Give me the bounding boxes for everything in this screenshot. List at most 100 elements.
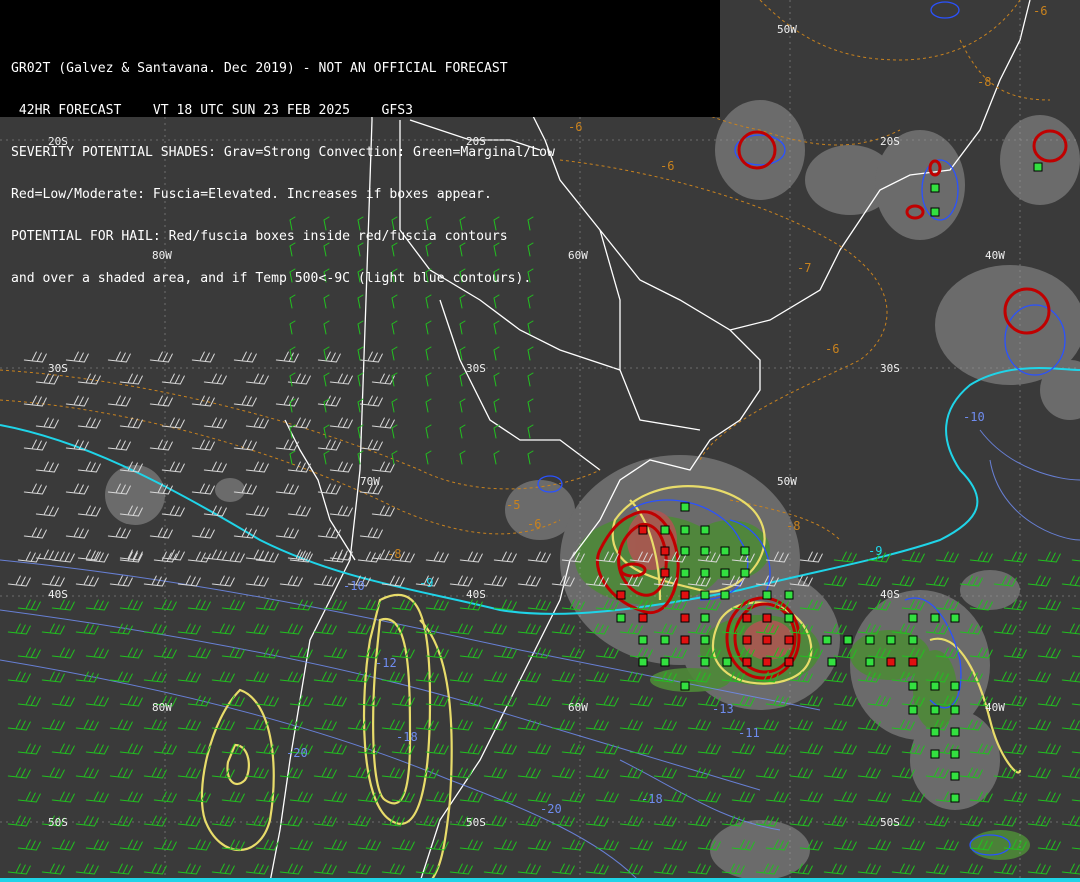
header-legend-line: Red=Low/Moderate: Fuscia=Elevated. Incre… (11, 187, 492, 202)
hail-box (930, 749, 940, 759)
hail-box (680, 502, 690, 512)
contour-label: -20 (286, 746, 308, 760)
contour-label: -9 (868, 544, 882, 558)
hail-box (742, 635, 752, 645)
hail-box (762, 613, 772, 623)
contour-label: -20 (540, 802, 562, 816)
contour-label: -18 (396, 730, 418, 744)
hail-box (930, 207, 940, 217)
contour-label: -10 (963, 410, 985, 424)
hail-box (886, 657, 896, 667)
hail-box (680, 613, 690, 623)
hail-box (950, 793, 960, 803)
hail-box (660, 568, 670, 578)
contour-label: -8 (977, 75, 991, 89)
lon-label: 70W (360, 475, 380, 488)
hail-box (762, 590, 772, 600)
header-legend-line: SEVERITY POTENTIAL SHADES: Grav=Strong C… (11, 145, 555, 160)
hail-box (950, 681, 960, 691)
lon-label: 60W (568, 701, 588, 714)
hail-box (908, 705, 918, 715)
lon-label: 40W (985, 701, 1005, 714)
contour-label: -6 (825, 342, 839, 356)
hail-box (722, 657, 732, 667)
bottom-border (0, 878, 1080, 882)
hail-box (1033, 162, 1043, 172)
hail-box (680, 568, 690, 578)
lon-label: 80W (152, 701, 172, 714)
hail-box (865, 635, 875, 645)
contour-label: -7 (797, 261, 811, 275)
hail-box (700, 613, 710, 623)
hail-box (700, 657, 710, 667)
hail-box (784, 635, 794, 645)
contour-label: -18 (641, 792, 663, 806)
hail-box (950, 613, 960, 623)
contour-label: -12 (375, 656, 397, 670)
hail-box (660, 546, 670, 556)
lon-label: 50W (777, 23, 797, 36)
header-legend-line: and over a shaded area, and if Temp 500<… (11, 271, 532, 286)
contour-label: -9 (419, 576, 433, 590)
hail-box (742, 613, 752, 623)
hail-box (700, 568, 710, 578)
contour-label: -13 (712, 702, 734, 716)
hail-box (720, 568, 730, 578)
hail-box (908, 681, 918, 691)
lon-label: 50W (777, 475, 797, 488)
hail-box (950, 771, 960, 781)
hail-box (930, 727, 940, 737)
hail-box (660, 635, 670, 645)
hail-box (740, 568, 750, 578)
hail-box (638, 635, 648, 645)
lat-label: 20S (880, 135, 900, 148)
hail-box (950, 705, 960, 715)
hail-box (908, 635, 918, 645)
lat-label: 40S (48, 588, 68, 601)
lat-label: 40S (880, 588, 900, 601)
hail-box (762, 635, 772, 645)
hail-box (680, 590, 690, 600)
lat-label: 30S (466, 362, 486, 375)
hail-box (950, 727, 960, 737)
hail-box (616, 613, 626, 623)
hail-box (784, 657, 794, 667)
hail-box (638, 657, 648, 667)
lon-label: 40W (985, 249, 1005, 262)
hail-box (784, 590, 794, 600)
header-legend-line: POTENTIAL FOR HAIL: Red/fuscia boxes ins… (11, 229, 508, 244)
hail-box (660, 657, 670, 667)
lat-label: 30S (48, 362, 68, 375)
hail-box (680, 681, 690, 691)
hail-box (700, 590, 710, 600)
hail-box (908, 613, 918, 623)
map-header: GR02T (Galvez & Santavana. Dec 2019) - N… (0, 0, 720, 286)
hail-box (740, 546, 750, 556)
contour-label: -6 (527, 517, 541, 531)
hail-box (638, 613, 648, 623)
hail-box (700, 635, 710, 645)
hail-box (638, 525, 648, 535)
lat-label: 30S (880, 362, 900, 375)
contour-label: -10 (343, 579, 365, 593)
hail-box (700, 525, 710, 535)
lat-label: 50S (880, 816, 900, 829)
hail-box (680, 525, 690, 535)
hail-box (843, 635, 853, 645)
lat-label: 50S (466, 816, 486, 829)
hail-box (660, 525, 670, 535)
contour-label: -5 (506, 498, 520, 512)
contour-label: -6 (1033, 4, 1047, 18)
hail-box (720, 546, 730, 556)
contour-label: -8 (786, 519, 800, 533)
hail-box (930, 183, 940, 193)
hail-box (616, 590, 626, 600)
hail-box (720, 590, 730, 600)
header-forecast-time: 42HR FORECAST VT 18 UTC SUN 23 FEB 2025 … (11, 103, 414, 118)
hail-box (930, 613, 940, 623)
hail-box (784, 613, 794, 623)
hail-box (762, 657, 772, 667)
header-title: GR02T (Galvez & Santavana. Dec 2019) - N… (11, 61, 508, 76)
hail-box (908, 657, 918, 667)
hail-box (680, 546, 690, 556)
